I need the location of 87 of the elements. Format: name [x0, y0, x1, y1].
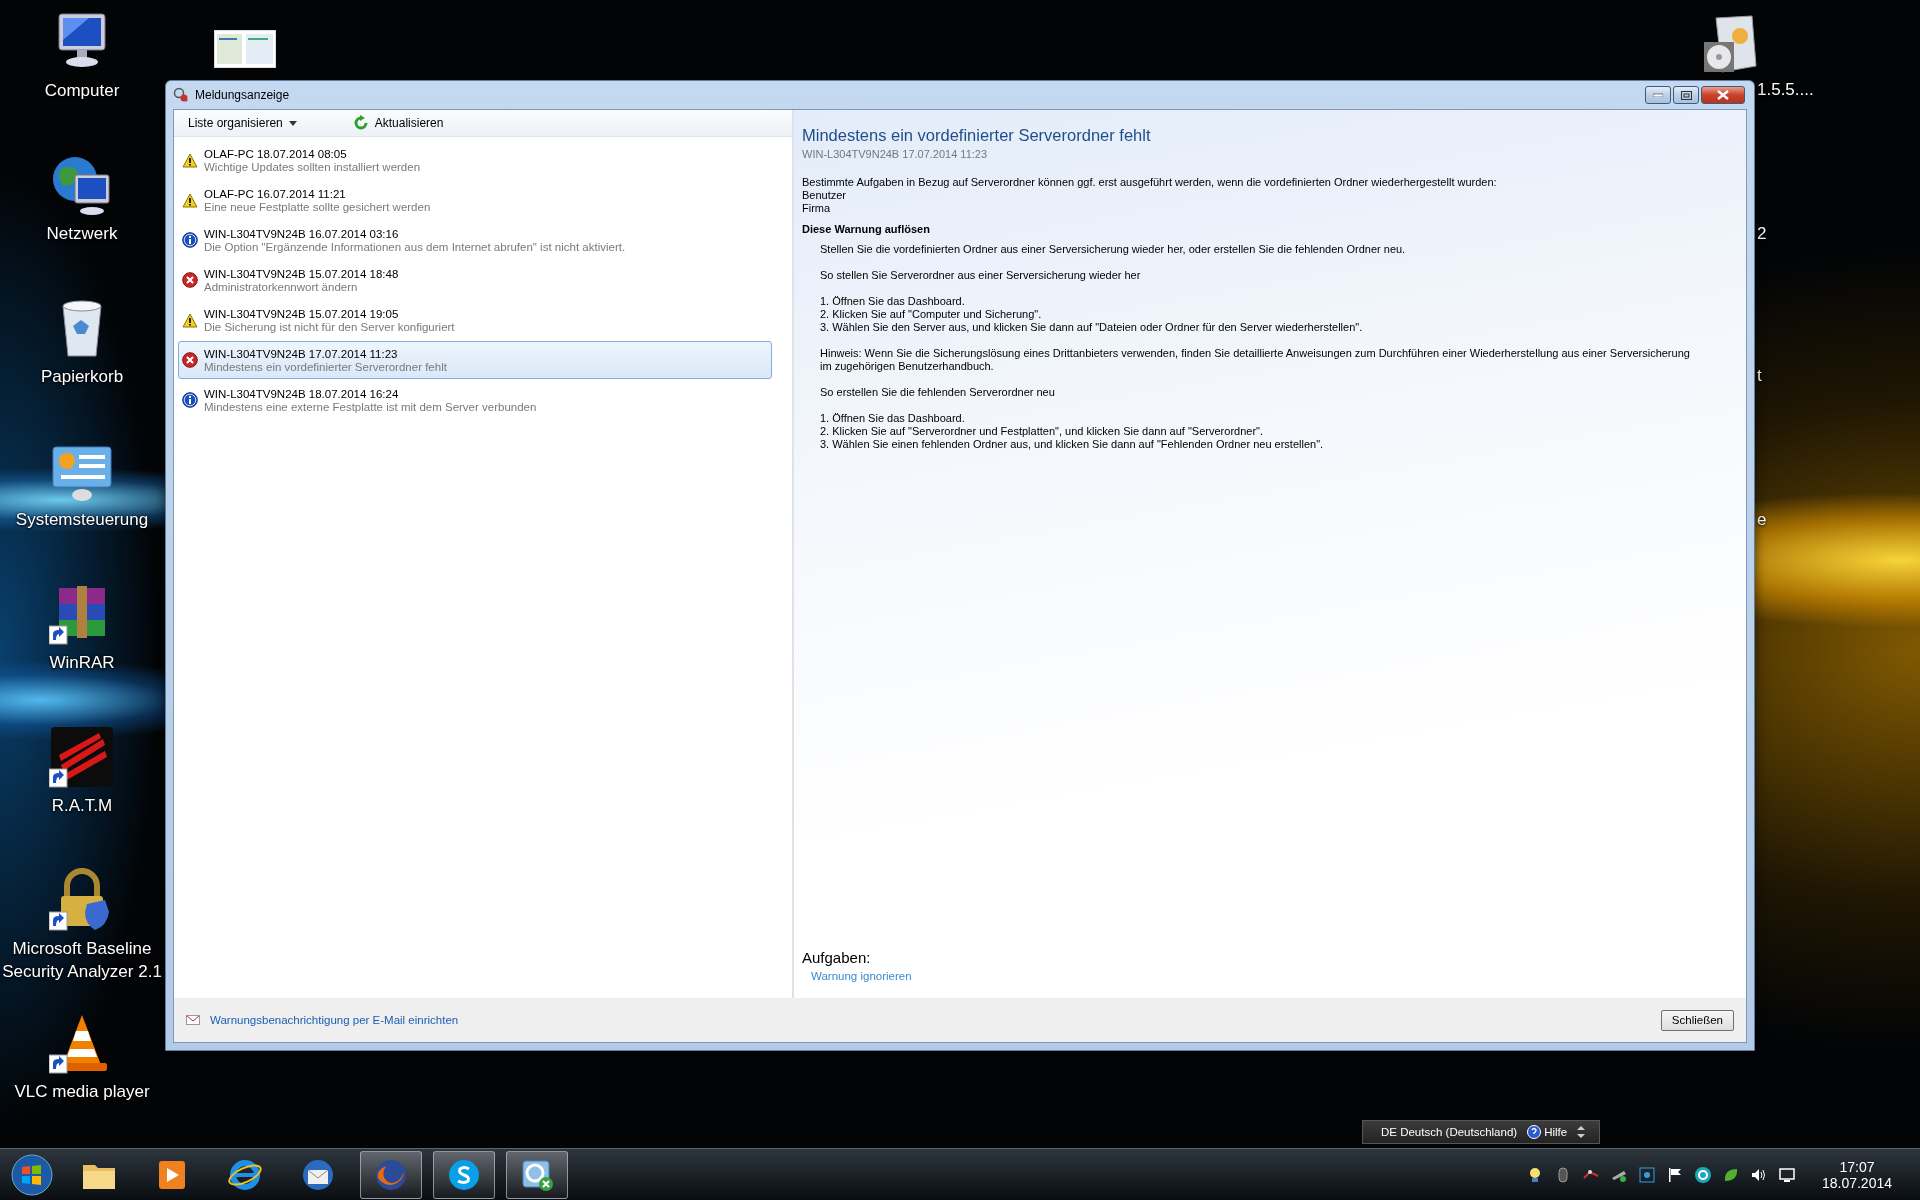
window-thumbnail-icon	[214, 30, 276, 68]
options-arrows-icon	[1577, 1125, 1586, 1139]
alert-message: Die Option "Ergänzende Informationen aus dem Internet abrufen" ist nicht aktiviert.	[204, 240, 626, 253]
taskbar-app[interactable]	[433, 1150, 495, 1199]
icon-label[interactable]: 1.5.5....	[1757, 80, 1814, 100]
close-button[interactable]	[1701, 86, 1745, 104]
icon-label[interactable]: Systemsteuerung	[15, 509, 149, 532]
instruction-step: 1. Öffnen Sie das Dashboard.	[820, 295, 1700, 308]
close-icon	[1717, 90, 1729, 100]
instruction-step: 3. Wählen Sie den Server aus, und klicken Sie dann auf "Dateien oder Ordner für den Server wiederherstellen".	[820, 321, 1700, 334]
info-icon	[182, 232, 198, 248]
refresh-icon	[352, 115, 369, 131]
alert-item[interactable]: WIN-L304TV9N24B 16.07.2014 03:16 Die Option "Ergänzende Informationen aus dem Internet abrufen" ist nicht aktiviert.	[178, 221, 772, 259]
caret-icon	[288, 120, 297, 126]
mail-icon	[300, 1157, 336, 1192]
taskbar-app[interactable]	[506, 1150, 568, 1199]
alert-message: Eine neue Festplatte sollte gesichert werden	[204, 200, 431, 213]
alert-title: WIN-L304TV9N24B 15.07.2014 19:05	[204, 307, 400, 320]
warning-icon	[182, 312, 198, 328]
clock[interactable]: 17:07 18.07.2014	[1821, 1158, 1892, 1191]
help-icon	[1527, 1125, 1542, 1139]
alert-item[interactable]: WIN-L304TV9N24B 15.07.2014 18:48 Administratorkennwort ändern	[178, 261, 772, 299]
alert-title: WIN-L304TV9N24B 15.07.2014 18:48	[204, 267, 399, 280]
alert-heading: Mindestens ein vordefinierter Serverordner fehlt	[802, 126, 1152, 145]
close-dialog-button[interactable]: Schließen	[1660, 1009, 1734, 1031]
minimize-icon	[1653, 93, 1663, 97]
help-button[interactable]: Hilfe	[1527, 1125, 1568, 1139]
icon-label[interactable]: WinRAR	[49, 652, 115, 675]
instruction-text: So stellen Sie Serverordner aus einer Serversicherung wieder her	[820, 269, 1142, 282]
alert-title: OLAF-PC 18.07.2014 08:05	[204, 147, 348, 160]
error-icon	[182, 272, 198, 288]
icon-label[interactable]: VLC media player	[14, 1081, 150, 1104]
instruction-text: Stellen Sie die vordefinierten Ordner aus einer Serversicherung wieder her, oder erstellen Sie die fehlenden Ordner neu.	[820, 243, 1407, 256]
network-icon	[1637, 1165, 1656, 1184]
organize-list-menu[interactable]: Liste organisieren	[184, 114, 301, 132]
ignore-warning-link[interactable]: Warnung ignorieren	[811, 970, 1738, 982]
instruction-step: 2. Klicken Sie auf "Serverordner und Festplatten", und klicken Sie dann auf "Serverordner".	[820, 425, 1700, 438]
alert-item[interactable]: WIN-L304TV9N24B 18.07.2014 16:24 Mindestens eine externe Festplatte ist mit dem Server verbunden	[178, 381, 772, 419]
instruction-step: 2. Klicken Sie auf "Computer und Sicherung".	[820, 308, 1700, 321]
alert-message: Mindestens ein vordefinierter Serverordner fehlt	[204, 360, 447, 373]
alert-item[interactable]: OLAF-PC 18.07.2014 08:05 Wichtige Updates sollten installiert werden	[178, 141, 772, 179]
folder-name: Firma	[802, 202, 832, 215]
email-notification-link[interactable]: Warnungsbenachrichtigung per E-Mail einrichten	[210, 1014, 459, 1026]
alert-item[interactable]: OLAF-PC 16.07.2014 11:21 Eine neue Festplatte sollte gesichert werden	[178, 181, 772, 219]
alert-title: WIN-L304TV9N24B 17.07.2014 11:23	[204, 347, 399, 360]
restore-button[interactable]	[1673, 86, 1699, 104]
security-icon	[1693, 1165, 1712, 1184]
alert-title: WIN-L304TV9N24B 18.07.2014 16:24	[204, 387, 400, 400]
warning-icon	[182, 192, 198, 208]
alert-source: WIN-L304TV9N24B 17.07.2014 11:23	[802, 148, 989, 160]
icon-label[interactable]: 2	[1757, 224, 1767, 244]
instruction-step: 1. Öffnen Sie das Dashboard.	[820, 412, 1700, 425]
play-icon	[157, 1158, 187, 1191]
minimize-button[interactable]	[1645, 86, 1671, 104]
icon-label[interactable]: t	[1757, 366, 1762, 386]
error-icon	[182, 352, 198, 368]
folder-name: Benutzer	[802, 189, 848, 202]
display-icon	[1777, 1165, 1796, 1184]
instruction-text: So erstellen Sie die fehlenden Serverordner neu	[820, 386, 1056, 399]
alert-message: Die Sicherung ist nicht für den Server konfiguriert	[204, 320, 455, 333]
alert-message: Wichtige Updates sollten installiert werden	[204, 160, 421, 173]
alert-description: Bestimmte Aufgaben in Bezug auf Serverordner können ggf. erst ausgeführt werden, wenn die vordefinierten Ordner wiederhergestellt wurden:	[802, 176, 1498, 189]
language-label: DE Deutsch (Deutschland)	[1381, 1126, 1518, 1138]
icon-label[interactable]: Microsoft Baseline Security Analyzer 2.1	[0, 938, 164, 984]
tasks-heading: Aufgaben:	[802, 949, 872, 966]
icon-label[interactable]: R.A.T.M	[51, 795, 113, 818]
restore-icon	[1680, 90, 1692, 100]
info-icon	[182, 392, 198, 408]
installer-box-icon	[1702, 14, 1760, 74]
instruction-text: Hinweis: Wenn Sie die Sicherungslösung eines Drittanbieters verwenden, finden Sie detaillierte Anweisungen zum Durchführen einer Wiederherstellung aus einer Serversicherung im zugehörigen Benutzerhandbuch.	[820, 347, 1691, 373]
alert-message: Administratorkennwort ändern	[204, 280, 359, 293]
email-icon	[186, 1015, 200, 1025]
refresh-button[interactable]: Aktualisieren	[348, 113, 448, 133]
alert-item[interactable]: WIN-L304TV9N24B 17.07.2014 11:23 Mindestens ein vordefinierter Serverordner fehlt	[178, 341, 772, 379]
icon-label[interactable]: Papierkorb	[40, 366, 124, 389]
warning-icon	[182, 152, 198, 168]
icon-label[interactable]: Computer	[44, 80, 120, 103]
alert-item[interactable]: WIN-L304TV9N24B 15.07.2014 19:05 Die Sicherung ist nicht für den Server konfiguriert	[178, 301, 772, 339]
window-title: Meldungsanzeige	[195, 88, 290, 102]
icon-label[interactable]: e	[1757, 510, 1767, 530]
taskbar-app[interactable]	[360, 1150, 422, 1199]
section-heading: Diese Warnung auflösen	[802, 223, 931, 235]
alert-title: OLAF-PC 16.07.2014 11:21	[204, 187, 347, 200]
instruction-step: 3. Wählen Sie einen fehlenden Ordner aus, und klicken Sie dann auf "Fehlenden Ordner neu erstellen".	[820, 438, 1700, 451]
icon-label[interactable]: Netzwerk	[46, 223, 118, 246]
alert-message: Mindestens eine externe Festplatte ist mit dem Server verbunden	[204, 400, 537, 413]
alert-title: WIN-L304TV9N24B 16.07.2014 03:16	[204, 227, 400, 240]
